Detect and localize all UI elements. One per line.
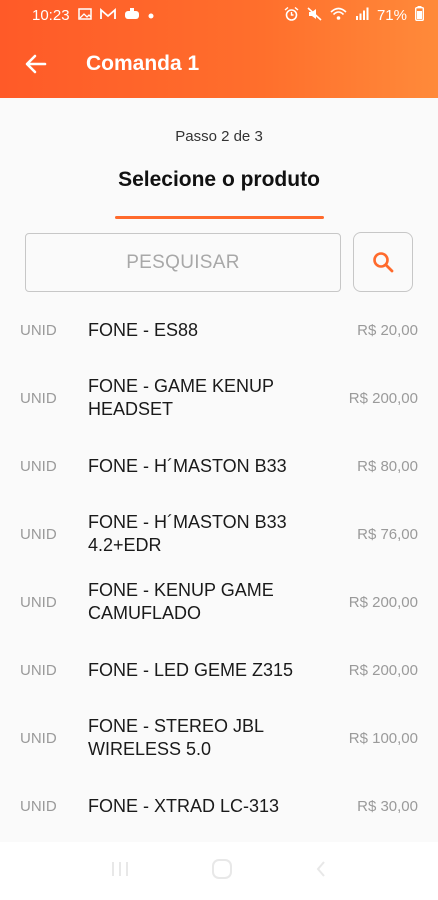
product-unit: UNID (20, 457, 57, 475)
system-nav-bar (0, 842, 438, 900)
chevron-left-icon (316, 860, 325, 877)
heading-underline (115, 216, 324, 219)
product-row[interactable]: UNID FONE - H´MASTON B33 R$ 80,00 (0, 432, 438, 500)
image-icon (77, 8, 92, 22)
wifi-icon (330, 7, 347, 23)
product-row[interactable]: UNID FONE - XTRAD LC-313 R$ 30,00 (0, 772, 438, 840)
mute-icon (307, 6, 322, 24)
search-icon (373, 252, 394, 273)
product-row[interactable]: UNID FONE - H´MASTON B33 4.2+EDR R$ 76,0… (0, 500, 438, 568)
product-name: FONE - GAME KENUP HEADSET (88, 376, 274, 419)
dot-icon (148, 9, 154, 21)
status-left: 10:23 (32, 7, 154, 24)
back-button[interactable] (6, 30, 66, 98)
recent-apps-button[interactable] (110, 859, 130, 884)
product-price: R$ 76,00 (357, 525, 418, 543)
product-unit: UNID (20, 321, 57, 339)
product-unit: UNID (20, 661, 57, 679)
product-price: R$ 100,00 (348, 729, 418, 747)
search-button[interactable] (353, 232, 413, 292)
recent-apps-icon (112, 861, 129, 876)
product-name: FONE - H´MASTON B33 (88, 455, 287, 476)
product-unit: UNID (20, 389, 57, 407)
product-row[interactable]: UNID FONE - ES88 R$ 20,00 (0, 296, 438, 364)
product-name: FONE - STEREO JBL WIRELESS 5.0 (88, 716, 264, 759)
battery-icon (414, 6, 424, 24)
search-input[interactable] (26, 234, 340, 291)
search-field[interactable] (25, 233, 341, 292)
product-row[interactable]: UNID FONE - KENUP GAME CAMUFLADO R$ 200,… (0, 568, 438, 636)
product-name: FONE - KENUP GAME CAMUFLADO (88, 580, 274, 623)
page-title: Comanda 1 (86, 52, 200, 75)
app-bar: Comanda 1 (0, 30, 438, 98)
product-price: R$ 80,00 (357, 457, 418, 475)
product-price: R$ 30,00 (357, 797, 418, 815)
m-icon (99, 8, 116, 22)
home-button[interactable] (211, 858, 233, 885)
product-price: R$ 200,00 (348, 593, 418, 611)
arrow-left-icon (25, 54, 47, 74)
product-price: R$ 200,00 (348, 389, 418, 407)
product-price: R$ 20,00 (357, 321, 418, 339)
product-name: FONE - H´MASTON B33 4.2+EDR (88, 512, 287, 555)
product-row[interactable]: UNID FONE - GAME KENUP HEADSET R$ 200,00 (0, 364, 438, 432)
product-name: FONE - XTRAD LC-313 (88, 795, 280, 816)
product-unit: UNID (20, 797, 57, 815)
status-right: 71% (284, 6, 424, 24)
home-icon (211, 858, 232, 879)
alarm-icon (284, 6, 299, 24)
product-row[interactable]: UNID FONE - STEREO JBL WIRELESS 5.0 R$ 1… (0, 704, 438, 772)
battery-percent: 71% (376, 6, 407, 24)
status-bar: 10:23 71% (0, 0, 438, 30)
status-time: 10:23 (32, 6, 70, 24)
product-price: R$ 200,00 (348, 661, 418, 679)
signal-icon (355, 7, 369, 23)
step-indicator: Passo 2 de 3 (175, 128, 263, 145)
product-row[interactable]: UNID FONE - LED GEME Z315 R$ 200,00 (0, 636, 438, 704)
game-icon (124, 8, 140, 22)
product-unit: UNID (20, 593, 57, 611)
step-heading: Selecione o produto (118, 168, 320, 191)
product-name: FONE - LED GEME Z315 (88, 659, 294, 680)
product-unit: UNID (20, 729, 57, 747)
back-nav-button[interactable] (314, 859, 328, 884)
product-unit: UNID (20, 525, 57, 543)
product-name: FONE - ES88 (88, 319, 199, 340)
